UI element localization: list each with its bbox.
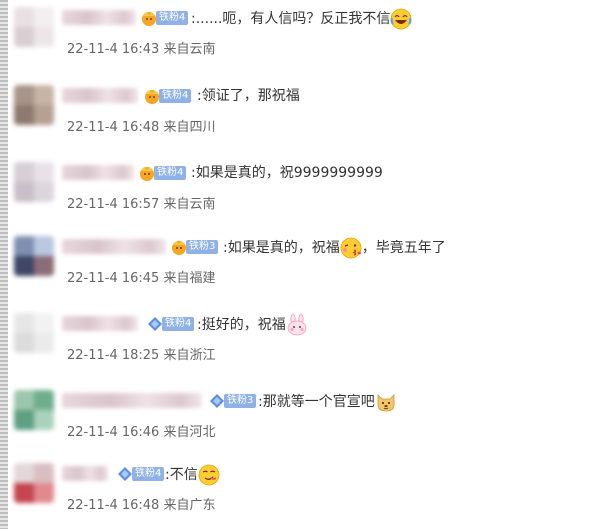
comment-text-part1: :不信	[165, 467, 198, 483]
comment-text: :挺好的，祝福	[197, 314, 308, 336]
comment-meta: 22-11-4 16:46 来自河北	[67, 421, 216, 440]
username[interactable]	[62, 10, 136, 25]
fan-badge[interactable]: 铁粉4	[138, 164, 187, 182]
comment-location: 来自福建	[163, 271, 216, 286]
avatar[interactable]	[14, 85, 54, 125]
kiss-emoji-icon	[340, 237, 362, 259]
comment-meta: 22-11-4 16:45 来自福建	[67, 267, 216, 286]
fan-badge[interactable]: 铁粉4	[143, 87, 192, 105]
avatar[interactable]	[14, 7, 54, 47]
comment-text-part1: :如果是真的，祝9999999999	[191, 165, 383, 181]
comment-item: 铁粉4 :......呃，有人信吗？反正我不信 22-11-4 16:43 来自…	[0, 7, 594, 79]
comment-time: 22-11-4 16:45	[67, 271, 160, 286]
username[interactable]	[62, 165, 134, 180]
username[interactable]	[62, 88, 138, 103]
comment-text-part1: :那就等一个官宣吧	[258, 394, 375, 410]
comment-text: :不信	[165, 464, 220, 486]
comment-item: 铁粉4 :如果是真的，祝9999999999 22-11-4 16:57 来自云…	[0, 162, 594, 234]
comment-location: 来自云南	[163, 42, 216, 57]
comment-meta: 22-11-4 16:57 来自云南	[67, 193, 216, 212]
comment-text-part1: :......呃，有人信吗？反正我不信	[191, 11, 391, 27]
avatar[interactable]	[14, 236, 54, 276]
fan-badge-label: 铁粉3	[186, 240, 219, 254]
username[interactable]	[62, 316, 138, 331]
comment-item: 铁粉4 :领证了，那祝福 22-11-4 16:48 来自四川	[0, 85, 594, 157]
comment-item: 铁粉4 :挺好的，祝福 22-11-4 18:25 来自浙江	[0, 313, 594, 385]
fan-badge[interactable]: 铁粉4	[140, 9, 189, 27]
fan-badge[interactable]: 铁粉3	[170, 238, 219, 256]
comment-time: 22-11-4 16:48	[67, 120, 160, 135]
fan-badge-label: 铁粉3	[224, 394, 257, 408]
comment-meta: 22-11-4 16:48 来自四川	[67, 116, 216, 135]
comment-item: 铁粉3 :那就等一个官宣吧 22-11-4 16:46 来自河北	[0, 390, 594, 462]
comment-item: 铁粉3 :如果是真的，祝福 ，毕竟五年了 22-11-4 16:45 来自福建	[0, 236, 594, 308]
comment-time: 22-11-4 16:57	[67, 197, 160, 212]
comment-text-part1: :挺好的，祝福	[197, 317, 286, 333]
comment-meta: 22-11-4 16:48 来自广东	[67, 494, 216, 513]
fan-badge[interactable]: 铁粉4	[146, 315, 195, 333]
comment-time: 22-11-4 16:48	[67, 498, 160, 513]
fan-badge-label: 铁粉4	[154, 166, 187, 180]
comment-text: :领证了，那祝福	[197, 86, 300, 106]
username[interactable]	[62, 466, 108, 481]
fan-badge[interactable]: 铁粉3	[208, 392, 257, 410]
comment-meta: 22-11-4 16:43 来自云南	[67, 38, 216, 57]
avatar[interactable]	[14, 162, 54, 202]
fan-badge-label: 铁粉4	[159, 89, 192, 103]
comment-item: 铁粉4 :不信 22-11-4 16:48 来自广东	[0, 463, 594, 529]
laughing-tears-emoji-icon	[391, 8, 412, 30]
comment-text-part2: ，毕竟五年了	[361, 240, 446, 256]
fan-badge-label: 铁粉4	[156, 11, 189, 25]
avatar[interactable]	[14, 313, 54, 353]
fan-badge-label: 铁粉4	[132, 467, 165, 481]
smirk-emoji-icon	[198, 464, 220, 486]
comment-text: :......呃，有人信吗？反正我不信	[191, 8, 412, 30]
fan-badge[interactable]: 铁粉4	[116, 465, 165, 483]
avatar[interactable]	[14, 463, 54, 503]
comment-text: :如果是真的，祝9999999999	[191, 163, 383, 183]
doge-emoji-icon	[377, 394, 395, 412]
comment-meta: 22-11-4 18:25 来自浙江	[67, 344, 216, 363]
comment-list: 铁粉4 :......呃，有人信吗？反正我不信 22-11-4 16:43 来自…	[0, 0, 594, 529]
comment-time: 22-11-4 16:46	[67, 425, 160, 440]
comment-time: 22-11-4 18:25	[67, 348, 160, 363]
comment-location: 来自广东	[163, 498, 216, 513]
comment-location: 来自河北	[163, 425, 216, 440]
username[interactable]	[62, 239, 166, 254]
fan-badge-label: 铁粉4	[162, 317, 195, 331]
comment-location: 来自浙江	[163, 348, 216, 363]
comment-text-part1: :领证了，那祝福	[197, 88, 300, 104]
comment-location: 来自云南	[163, 197, 216, 212]
comment-time: 22-11-4 16:43	[67, 42, 160, 57]
bunny-emoji-icon	[287, 314, 307, 336]
username[interactable]	[62, 393, 202, 408]
comment-text: :那就等一个官宣吧	[258, 391, 397, 413]
avatar[interactable]	[14, 390, 54, 430]
comment-location: 来自四川	[163, 120, 216, 135]
comment-text-part1: :如果是真的，祝福	[223, 240, 340, 256]
comment-text: :如果是真的，祝福 ，毕竟五年了	[223, 237, 446, 259]
